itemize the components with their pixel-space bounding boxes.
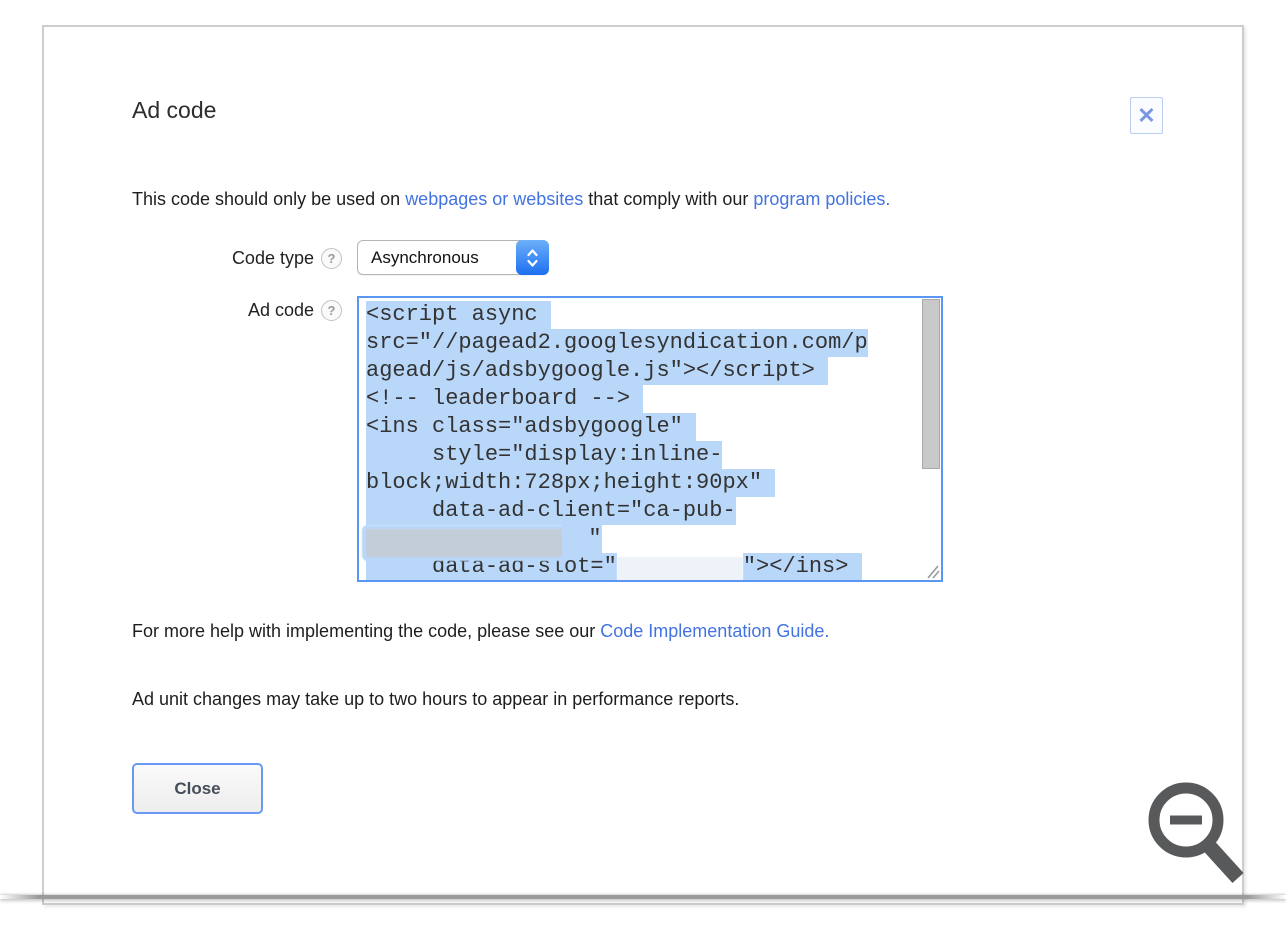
resize-grip-icon [922,563,940,579]
code-text-segment: block;width:728px;height:90px" [366,469,775,497]
code-line: style="display:inline- [366,441,917,469]
code-type-selected-value: Asynchronous [358,248,516,268]
select-stepper-icon [516,240,549,275]
code-implementation-guide-link[interactable]: Code Implementation Guide. [600,621,829,641]
code-text-segment: style="display:inline- [366,441,722,469]
code-guide-text: For more help with implementing the code… [132,621,829,642]
ad-code-dialog: Ad code ✕ This code should only be used … [42,25,1244,905]
code-text-segment: data-ad-client="ca-pub- [366,497,736,525]
code-line: data-ad-client="ca-pub- [366,497,917,525]
close-button[interactable]: Close [132,763,263,814]
guide-text-part: For more help with implementing the code… [132,621,600,641]
redacted-text [617,557,743,582]
redacted-text [366,529,562,557]
code-text-segment: " [562,525,602,553]
code-line: data-ad-slot=" "></ins> [366,553,917,581]
dialog-close-button[interactable]: ✕ [1130,97,1163,134]
code-type-label-group: Code type ? [132,241,342,276]
textarea-scrollbar-thumb[interactable] [922,299,940,469]
code-text-segment: <script async [366,301,551,329]
dialog-title: Ad code [132,97,216,124]
ad-code-content: <script async src="//pagead2.googlesyndi… [366,301,917,581]
code-line: src="//pagead2.googlesyndication.com/p [366,329,917,357]
code-text-segment: <ins class="adsbygoogle" [366,413,696,441]
window-bottom-edge [0,895,1286,899]
program-policies-link[interactable]: program policies. [753,189,890,209]
ad-code-label: Ad code [248,300,314,321]
code-line: block;width:728px;height:90px" [366,469,917,497]
code-line: agead/js/adsbygoogle.js"></script> [366,357,917,385]
code-line: <script async [366,301,917,329]
intro-text-part1: This code should only be used on [132,189,405,209]
code-text-segment: src="//pagead2.googlesyndication.com/p [366,329,868,357]
code-type-select[interactable]: Asynchronous [357,240,549,275]
intro-text-part2: that comply with our [583,189,753,209]
textarea-resize-handle[interactable] [913,556,940,579]
code-type-label: Code type [232,248,314,269]
intro-text: This code should only be used on webpage… [132,189,890,210]
code-line: <ins class="adsbygoogle" [366,413,917,441]
code-text-segment: "></ins> [743,553,862,581]
code-line: <!-- leaderboard --> [366,385,917,413]
ad-unit-note: Ad unit changes may take up to two hours… [132,689,739,710]
webpages-or-websites-link[interactable]: webpages or websites [405,189,583,209]
code-line: " [366,525,917,553]
ad-code-label-group: Ad code ? [132,298,342,322]
screenshot-canvas: Ad code ✕ This code should only be used … [0,0,1286,930]
ad-code-help-icon[interactable]: ? [321,300,342,321]
code-text-segment: <!-- leaderboard --> [366,385,643,413]
ad-code-textarea[interactable]: <script async src="//pagead2.googlesyndi… [357,296,943,582]
code-text-segment: data-ad-slot=" [366,553,617,581]
code-text-segment: agead/js/adsbygoogle.js"></script> [366,357,828,385]
zoom-out-magnifier-icon [1139,775,1249,889]
close-icon: ✕ [1137,105,1155,127]
code-type-help-icon[interactable]: ? [321,248,342,269]
